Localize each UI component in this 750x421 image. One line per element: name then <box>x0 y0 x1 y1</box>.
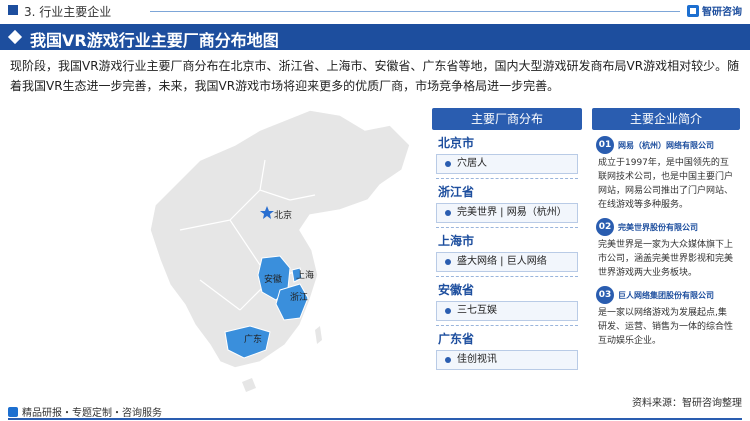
taiwan-island <box>315 326 322 344</box>
distribution-heading: 主要厂商分布 <box>432 108 582 130</box>
region-name: 北京市 <box>438 136 475 150</box>
region-companies: 完美世界 | 网易（杭州） <box>436 203 578 223</box>
region-name: 浙江省 <box>438 185 475 199</box>
region-companies-text: 盛大网络 | 巨人网络 <box>457 256 547 267</box>
company-badge: 01 网易（杭州）网络有限公司 <box>592 136 740 154</box>
region-companies: 盛大网络 | 巨人网络 <box>436 252 578 272</box>
region-companies: 穴居人 <box>436 154 578 174</box>
section-label: 3. 行业主要企业 <box>24 5 112 19</box>
bullet-icon <box>445 308 451 314</box>
china-outline <box>149 109 411 369</box>
bullet-icon <box>445 210 451 216</box>
footer: 精品研报・专题定制・咨询服务 资料来源：智研咨询整理 <box>0 398 750 421</box>
footer-line <box>8 418 742 420</box>
brand-logo: 智研咨询 <box>687 3 742 18</box>
bullet-icon <box>445 259 451 265</box>
company-item: 01 网易（杭州）网络有限公司 成立于1997年，是中国领先的互联网技术公司，也… <box>592 136 740 212</box>
distribution-panel: 主要厂商分布 北京市 穴居人 浙江省 完美世界 | 网易（杭州） 上海市 盛大网… <box>432 108 582 392</box>
divider <box>436 178 578 179</box>
company-badge: 02 完美世界股份有限公司 <box>592 218 740 236</box>
page-title: 我国VR游戏行业主要厂商分布地图 <box>30 31 279 50</box>
source-note: 资料来源：智研咨询整理 <box>632 398 742 409</box>
divider <box>150 11 680 12</box>
region-name: 上海市 <box>438 234 475 248</box>
footer-tagline: 精品研报・专题定制・咨询服务 <box>22 408 162 419</box>
map-label-shanghai: 上海 <box>296 269 314 281</box>
region-companies-text: 穴居人 <box>457 158 487 169</box>
region-name: 广东省 <box>438 332 475 346</box>
company-item: 03 巨人网络集团股份有限公司 是一家以网络游戏为发展起点,集研发、运营、销售为… <box>592 286 740 348</box>
map-label-anhui: 安徽 <box>264 273 282 285</box>
top-bar: 3. 行业主要企业 智研咨询 <box>0 0 750 22</box>
region-item: 广东省 佳创视讯 <box>432 330 582 370</box>
bullet-icon <box>445 161 451 167</box>
region-companies-text: 完美世界 | 网易（杭州） <box>457 207 567 218</box>
company-desc: 是一家以网络游戏为发展起点,集研发、运营、销售为一体的综合性互动娱乐企业。 <box>598 308 734 346</box>
region-item: 北京市 穴居人 <box>432 134 582 179</box>
china-map: 北京 安徽 上海 浙江 广东 <box>149 109 411 392</box>
company-number: 02 <box>596 218 614 236</box>
company-name: 完美世界股份有限公司 <box>618 222 698 232</box>
company-number: 01 <box>596 136 614 154</box>
map-label-zhejiang: 浙江 <box>290 291 308 303</box>
region-companies: 三七互娱 <box>436 301 578 321</box>
footer-left: 精品研报・专题定制・咨询服务 <box>8 404 162 419</box>
region-companies: 佳创视讯 <box>436 350 578 370</box>
region-item: 上海市 盛大网络 | 巨人网络 <box>432 232 582 277</box>
brand-logo-icon <box>687 4 699 17</box>
company-number: 03 <box>596 286 614 304</box>
bullet-icon <box>445 357 451 363</box>
divider <box>436 227 578 228</box>
company-item: 02 完美世界股份有限公司 完美世界是一家为大众媒体旗下上市公司，涵盖完美世界影… <box>592 218 740 280</box>
company-desc: 成立于1997年，是中国领先的互联网技术公司，也是中国主要门户网站，网易公司推出… <box>598 158 734 210</box>
companies-panel: 主要企业简介 01 网易（杭州）网络有限公司 成立于1997年，是中国领先的互联… <box>592 108 740 392</box>
map-label-beijing: 北京 <box>274 209 292 221</box>
companies-heading: 主要企业简介 <box>592 108 740 130</box>
brand-logo-icon <box>8 406 18 417</box>
region-name: 安徽省 <box>438 283 475 297</box>
region-item: 浙江省 完美世界 | 网易（杭州） <box>432 183 582 228</box>
intro-paragraph: 现阶段，我国VR游戏行业主要厂商分布在北京市、浙江省、上海市、安徽省、广东省等地… <box>10 59 740 93</box>
region-item: 安徽省 三七互娱 <box>432 281 582 326</box>
hainan-island <box>242 378 256 392</box>
diamond-icon <box>7 29 23 45</box>
section-marker-icon <box>8 5 18 15</box>
title-bar: 我国VR游戏行业主要厂商分布地图 <box>0 24 750 50</box>
divider <box>436 325 578 326</box>
company-desc: 完美世界是一家为大众媒体旗下上市公司，涵盖完美世界影视和完美世界游戏两大业务板块… <box>598 240 734 278</box>
region-companies-text: 佳创视讯 <box>457 354 497 365</box>
company-badge: 03 巨人网络集团股份有限公司 <box>592 286 740 304</box>
region-companies-text: 三七互娱 <box>457 305 497 316</box>
company-name: 网易（杭州）网络有限公司 <box>618 140 714 150</box>
divider <box>436 276 578 277</box>
map-label-guangdong: 广东 <box>244 333 262 345</box>
company-name: 巨人网络集团股份有限公司 <box>618 290 714 300</box>
brand-name: 智研咨询 <box>702 7 742 18</box>
